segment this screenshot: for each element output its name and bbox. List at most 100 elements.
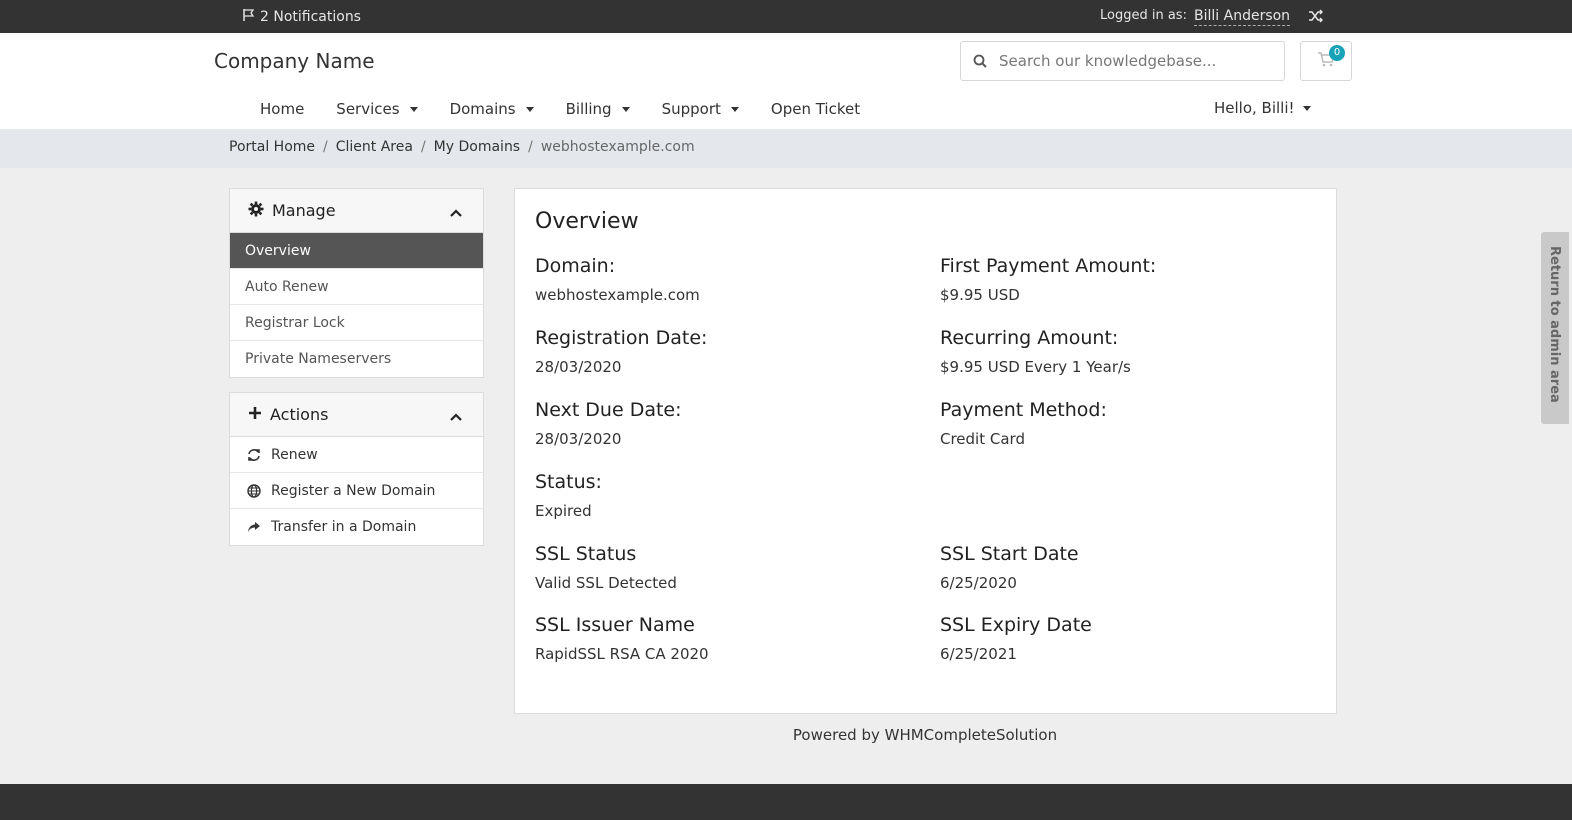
notifications-link[interactable]: 2 Notifications	[242, 8, 361, 26]
sidebar-item-auto-renew[interactable]: Auto Renew	[230, 269, 483, 305]
caret-down-icon	[730, 106, 739, 112]
top-bar: 2 Notifications Logged in as: Billi Ande…	[0, 0, 1572, 33]
sidebar-item-overview[interactable]: Overview	[230, 233, 483, 269]
powered-by-text: Powered by WHMCompleteSolution	[792, 726, 1058, 744]
field-first-payment: First Payment Amount: $9.95 USD	[940, 255, 1330, 304]
refresh-icon	[245, 448, 263, 462]
caret-down-icon	[1302, 105, 1311, 111]
field-label: SSL Expiry Date	[940, 614, 1092, 636]
nav-domains-label: Domains	[449, 100, 516, 118]
manage-list: Overview Auto Renew Registrar Lock Priva…	[230, 233, 483, 377]
breadcrumb: Portal Home / Client Area / My Domains /…	[229, 139, 695, 155]
field-value: 6/25/2021	[940, 645, 1017, 663]
action-renew[interactable]: Renew	[230, 437, 483, 473]
overview-title: Overview	[535, 209, 639, 234]
field-value: Credit Card	[940, 430, 1025, 448]
return-to-admin-tab[interactable]: Return to admin area	[1541, 232, 1569, 424]
field-label: First Payment Amount:	[940, 255, 1157, 277]
field-label: Status:	[535, 471, 602, 493]
shuffle-icon[interactable]	[1308, 9, 1324, 27]
field-label: Payment Method:	[940, 399, 1107, 421]
nav-home[interactable]: Home	[244, 93, 320, 125]
field-ssl-status: SSL Status Valid SSL Detected	[535, 543, 925, 592]
actions-panel: Actions Renew Register a New Domain Tran…	[229, 392, 484, 546]
cart-button[interactable]: 0	[1300, 41, 1352, 81]
nav-support-label: Support	[661, 100, 721, 118]
field-payment-method: Payment Method: Credit Card	[940, 399, 1330, 448]
field-label: Next Due Date:	[535, 399, 682, 421]
field-ssl-issuer: SSL Issuer Name RapidSSL RSA CA 2020	[535, 614, 925, 663]
field-value: 6/25/2020	[940, 574, 1017, 592]
field-label: SSL Issuer Name	[535, 614, 695, 636]
manage-panel: Manage Overview Auto Renew Registrar Loc…	[229, 188, 484, 378]
main-nav: Home Services Domains Billing Support Op…	[244, 93, 876, 125]
field-value: $9.95 USD Every 1 Year/s	[940, 358, 1131, 376]
action-register-domain[interactable]: Register a New Domain	[230, 473, 483, 509]
nav-billing-label: Billing	[565, 100, 612, 118]
breadcrumb-client-area[interactable]: Client Area	[336, 139, 413, 155]
field-value: 28/03/2020	[535, 430, 622, 448]
account-menu-label: Hello, Billi!	[1214, 99, 1295, 117]
site-header: Company Name 0 Home Services Domains Bil…	[0, 33, 1572, 129]
nav-domains[interactable]: Domains	[434, 93, 550, 125]
caret-down-icon	[409, 106, 418, 112]
breadcrumb-my-domains[interactable]: My Domains	[434, 139, 520, 155]
field-value: 28/03/2020	[535, 358, 622, 376]
field-value: webhostexample.com	[535, 286, 700, 304]
company-logo-text[interactable]: Company Name	[214, 49, 375, 73]
field-status: Status: Expired	[535, 471, 925, 520]
share-icon	[245, 520, 263, 534]
field-registration-date: Registration Date: 28/03/2020	[535, 327, 925, 376]
notifications-label: 2 Notifications	[260, 9, 361, 25]
field-ssl-start-date: SSL Start Date 6/25/2020	[940, 543, 1330, 592]
search-icon	[961, 54, 999, 68]
nav-services[interactable]: Services	[320, 93, 433, 125]
cart-count-badge: 0	[1329, 45, 1345, 61]
plus-icon	[248, 405, 262, 424]
field-label: Recurring Amount:	[940, 327, 1119, 349]
breadcrumb-separator: /	[528, 139, 533, 155]
actions-list: Renew Register a New Domain Transfer in …	[230, 437, 483, 545]
field-domain: Domain: webhostexample.com	[535, 255, 925, 304]
caret-down-icon	[621, 106, 630, 112]
breadcrumb-portal-home[interactable]: Portal Home	[229, 139, 315, 155]
field-ssl-expiry-date: SSL Expiry Date 6/25/2021	[940, 614, 1330, 663]
field-label: Domain:	[535, 255, 616, 277]
action-register-domain-label: Register a New Domain	[271, 482, 436, 499]
caret-down-icon	[525, 106, 534, 112]
breadcrumb-separator: /	[323, 139, 328, 155]
breadcrumb-separator: /	[420, 139, 426, 155]
nav-open-ticket-label: Open Ticket	[770, 100, 861, 118]
bottom-bar	[0, 784, 1572, 820]
logged-in-label: Logged in as:	[1100, 8, 1187, 23]
search-input[interactable]	[999, 52, 1284, 70]
manage-panel-title: Manage	[272, 201, 336, 220]
actions-panel-title: Actions	[270, 405, 329, 424]
field-label: Registration Date:	[535, 327, 708, 349]
manage-panel-header[interactable]: Manage	[230, 189, 483, 233]
field-value: Valid SSL Detected	[535, 574, 677, 592]
field-value: $9.95 USD	[940, 286, 1020, 304]
knowledgebase-search	[960, 41, 1285, 81]
actions-panel-header[interactable]: Actions	[230, 393, 483, 437]
sidebar-item-private-nameservers[interactable]: Private Nameservers	[230, 341, 483, 377]
gear-icon	[248, 201, 264, 221]
nav-billing[interactable]: Billing	[550, 93, 646, 125]
action-transfer-domain[interactable]: Transfer in a Domain	[230, 509, 483, 545]
nav-support[interactable]: Support	[646, 93, 755, 125]
chevron-up-icon[interactable]	[449, 203, 463, 222]
action-transfer-domain-label: Transfer in a Domain	[271, 519, 417, 535]
breadcrumb-bar: Portal Home / Client Area / My Domains /…	[0, 129, 1572, 168]
nav-open-ticket[interactable]: Open Ticket	[755, 93, 876, 125]
field-recurring-amount: Recurring Amount: $9.95 USD Every 1 Year…	[940, 327, 1330, 376]
field-label: SSL Status	[535, 543, 637, 565]
sidebar-item-registrar-lock[interactable]: Registrar Lock	[230, 305, 483, 341]
chevron-up-icon[interactable]	[449, 407, 463, 426]
account-menu[interactable]: Hello, Billi!	[1214, 99, 1311, 117]
nav-services-label: Services	[336, 100, 400, 118]
logged-in-user-link[interactable]: Billi Anderson	[1194, 7, 1291, 26]
flag-icon	[242, 8, 256, 26]
status-value: Expired	[535, 502, 592, 520]
nav-home-label: Home	[260, 100, 305, 118]
field-value: RapidSSL RSA CA 2020	[535, 645, 709, 663]
